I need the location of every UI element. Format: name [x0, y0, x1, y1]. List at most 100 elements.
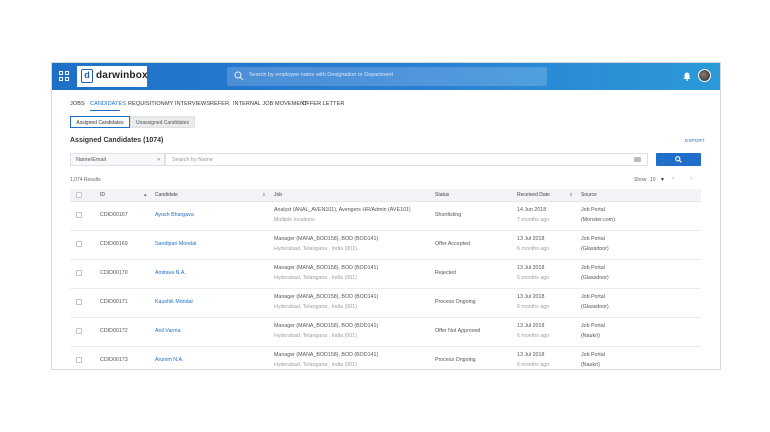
- candidate-name-link[interactable]: Ayush Bhargava: [155, 212, 194, 218]
- grid-icon[interactable]: [59, 71, 70, 82]
- status-text: Rejected: [435, 270, 456, 276]
- source-name: Job Portal: [581, 294, 605, 300]
- received-ago: 6 months ago: [517, 246, 550, 252]
- candidate-id: CDID00170: [100, 270, 128, 276]
- table-row[interactable]: CDID00172 Anil Varma Manager (MANA_BOD158)…: [70, 317, 701, 347]
- candidate-search-input[interactable]: Search by Name: [165, 153, 648, 166]
- avatar[interactable]: [698, 69, 711, 82]
- search-field-select-value: Name/Email: [76, 157, 106, 163]
- sort-icon[interactable]: ⇕: [569, 192, 573, 198]
- tab-jobs[interactable]: JOBS: [70, 101, 85, 107]
- tab-internal-job-movement[interactable]: INTERNAL JOB MOVEMENT: [233, 101, 308, 107]
- job-title: Analyst (ANAL_AVEN101), Avengers HR/Admi…: [274, 207, 411, 213]
- source-detail: (Monster.com): [581, 217, 615, 223]
- received-ago: 6 months ago: [517, 362, 550, 368]
- active-tab-indicator: [90, 110, 120, 111]
- source-detail: (Glassdoor): [581, 246, 609, 252]
- column-candidate[interactable]: Candidate: [155, 192, 178, 198]
- global-search[interactable]: Search by employee name with Designation…: [227, 67, 547, 86]
- search-icon: [234, 71, 244, 81]
- status-text: Shortlisting: [435, 212, 462, 218]
- search-field-select[interactable]: Name/Email ▾: [70, 153, 165, 166]
- job-location: Hyderabad, Telangana , India (001): [274, 275, 357, 281]
- search-button[interactable]: [656, 153, 701, 166]
- job-location: Hyderabad, Telangana , India (001): [274, 333, 357, 339]
- logo-mark: d: [81, 69, 93, 83]
- row-checkbox[interactable]: [76, 357, 82, 363]
- caret-down-icon: ▾: [157, 157, 160, 163]
- search-icon: [675, 156, 682, 163]
- candidate-id: CDID00171: [100, 299, 128, 305]
- table-row[interactable]: CDID00170 Amitava N.A. Manager (MANA_BOD15…: [70, 259, 701, 289]
- received-ago: 6 months ago: [517, 333, 550, 339]
- candidate-name-link[interactable]: Sandipan Mondal: [155, 241, 196, 247]
- tab-offer-letter[interactable]: OFFER LETTER: [302, 101, 344, 107]
- top-navbar: d darwinbox Search by employee name with…: [52, 63, 720, 90]
- keyboard-icon[interactable]: [634, 157, 641, 162]
- row-checkbox[interactable]: [76, 270, 82, 276]
- candidate-name-link[interactable]: Anil Varma: [155, 328, 181, 334]
- status-text: Process Ongoing: [435, 357, 476, 363]
- row-checkbox[interactable]: [76, 299, 82, 305]
- received-date: 13 Jul 2018: [517, 265, 545, 271]
- row-checkbox[interactable]: [76, 212, 82, 218]
- assigned-candidates-toggle[interactable]: Assigned Candidates: [70, 116, 130, 128]
- page-title: Assigned Candidates (1074): [70, 137, 164, 144]
- job-location: Hyderabad, Telangana , India (001): [274, 304, 357, 310]
- received-ago: 7 months ago: [517, 217, 550, 223]
- chevron-left-icon[interactable]: ‹: [672, 175, 674, 182]
- source-name: Job Portal: [581, 323, 605, 329]
- table-row[interactable]: CDID00169 Sandipan Mondal Manager (MANA_BO…: [70, 230, 701, 260]
- logo[interactable]: d darwinbox: [77, 66, 148, 87]
- select-all-checkbox[interactable]: [76, 192, 82, 198]
- page-size-select[interactable]: 10: [650, 177, 656, 183]
- received-ago: 6 months ago: [517, 304, 550, 310]
- candidate-id: CDID00167: [100, 212, 128, 218]
- candidate-name-link[interactable]: Arunim N.A.: [155, 357, 184, 363]
- candidate-id: CDID00173: [100, 357, 128, 363]
- column-received-date[interactable]: Received Date: [517, 192, 550, 198]
- tab-my-interviews[interactable]: MY INTERVIEWS: [165, 101, 210, 107]
- row-checkbox[interactable]: [76, 328, 82, 334]
- candidate-name-link[interactable]: Kaushik Mondal: [155, 299, 193, 305]
- tab-refer[interactable]: REFER: [210, 101, 229, 107]
- app-window: d darwinbox Search by employee name with…: [51, 62, 721, 370]
- chevron-right-icon[interactable]: ›: [690, 175, 692, 182]
- job-location: Hyderabad, Telangana , India (001): [274, 246, 357, 252]
- tab-requisition[interactable]: REQUISITION: [128, 101, 165, 107]
- received-date: 14 Jun 2018: [517, 207, 547, 213]
- tab-candidates[interactable]: CANDIDATES: [90, 101, 126, 107]
- row-checkbox[interactable]: [76, 241, 82, 247]
- global-search-placeholder: Search by employee name with Designation…: [249, 72, 393, 78]
- status-text: Offer Not Approved: [435, 328, 481, 334]
- job-title: Manager (MANA_BOD158), BOD (BOD141): [274, 323, 379, 329]
- table-row[interactable]: CDID00173 Arunim N.A. Manager (MANA_BOD158…: [70, 346, 701, 369]
- candidate-name-link[interactable]: Amitava N.A.: [155, 270, 186, 276]
- sort-icon[interactable]: ▲: [143, 192, 147, 197]
- table-row[interactable]: CDID00171 Kaushik Mondal Manager (MANA_BOD…: [70, 288, 701, 318]
- received-date: 13 Jul 2018: [517, 352, 545, 358]
- job-title: Manager (MANA_BOD158), BOD (BOD141): [274, 236, 379, 242]
- column-job[interactable]: Job: [274, 192, 282, 198]
- candidate-id: CDID00172: [100, 328, 128, 334]
- source-detail: (Glassdoor): [581, 304, 609, 310]
- source-detail: (Naukri): [581, 362, 600, 368]
- source-detail: (Glassdoor): [581, 275, 609, 281]
- page-size-label: Show: [634, 177, 647, 183]
- export-link[interactable]: EXPORT: [685, 139, 705, 144]
- received-date: 13 Jul 2018: [517, 323, 545, 329]
- job-location: Multiple locations: [274, 217, 315, 223]
- source-detail: (Naukri): [581, 333, 600, 339]
- table-row[interactable]: CDID00167 Ayush Bhargava Analyst (ANAL_AVE…: [70, 201, 701, 231]
- column-source[interactable]: Source: [581, 192, 597, 198]
- caret-down-icon[interactable]: ▼: [660, 177, 665, 183]
- bell-icon[interactable]: [683, 72, 691, 81]
- sort-icon[interactable]: ⇕: [262, 192, 266, 198]
- candidate-search-placeholder: Search by Name: [172, 157, 213, 163]
- unassigned-candidates-toggle[interactable]: Unassigned Candidates: [130, 116, 195, 128]
- column-status[interactable]: Status: [435, 192, 449, 198]
- source-name: Job Portal: [581, 352, 605, 358]
- column-id[interactable]: ID: [100, 192, 105, 198]
- job-title: Manager (MANA_BOD158), BOD (BOD141): [274, 294, 379, 300]
- received-date: 13 Jul 2018: [517, 236, 545, 242]
